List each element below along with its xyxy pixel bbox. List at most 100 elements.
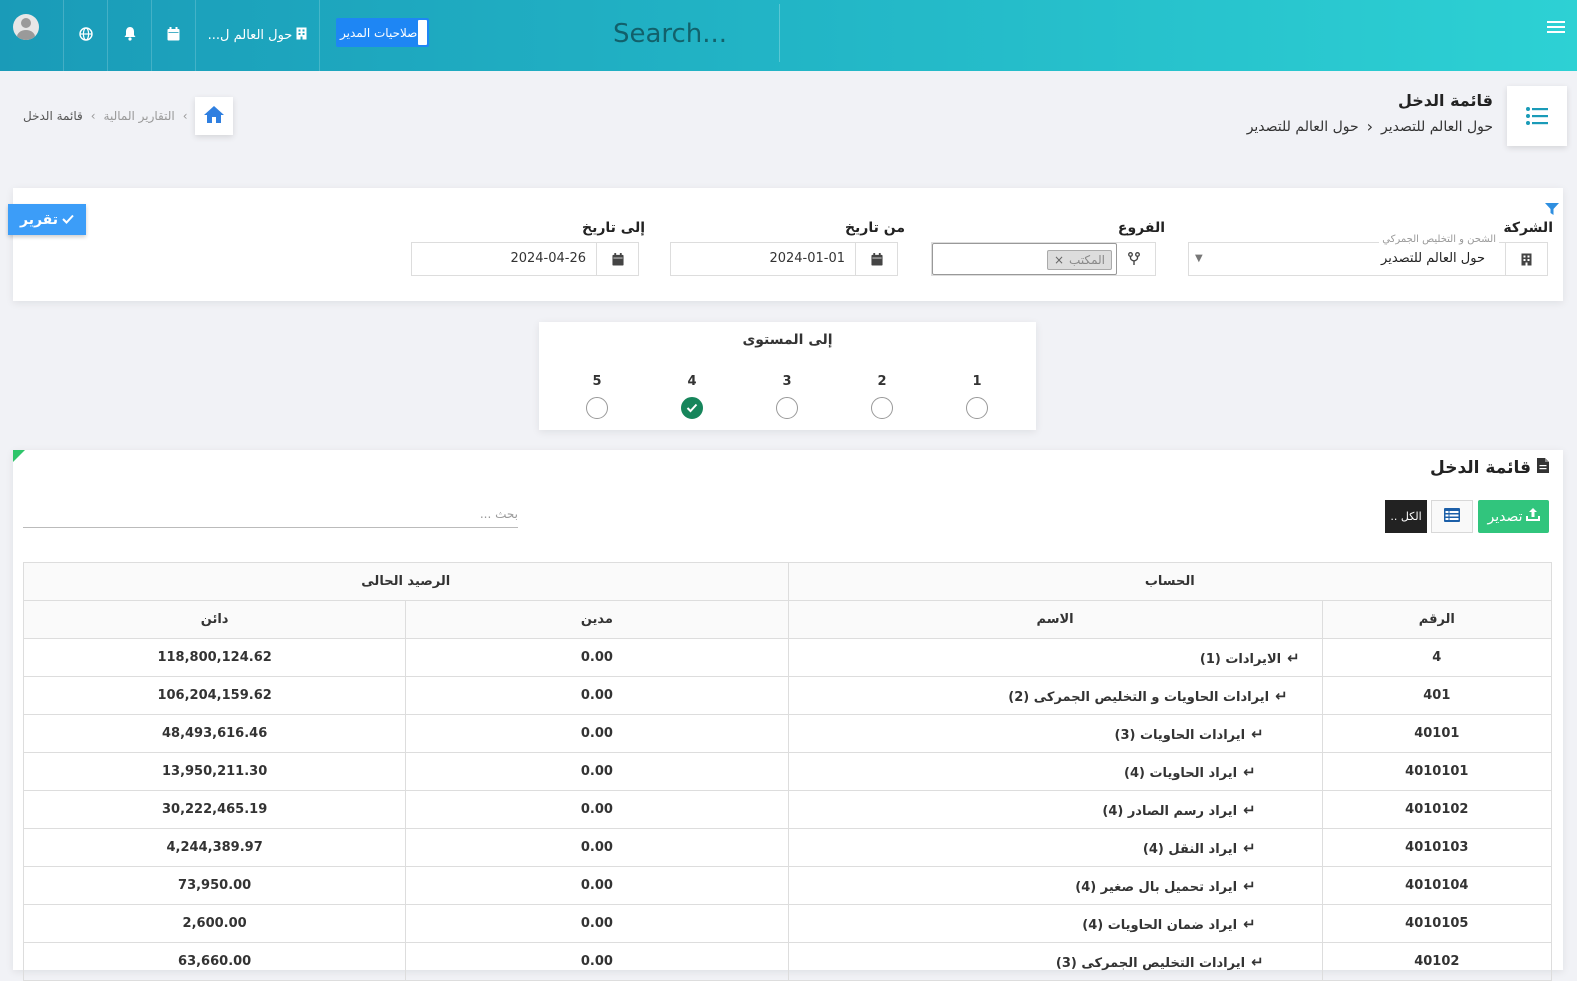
subtitle-branch: حول العالم للتصدير bbox=[1246, 118, 1359, 135]
level-option-label: 5 bbox=[592, 374, 602, 389]
level-option-1[interactable]: 1 bbox=[964, 374, 990, 419]
company-select[interactable]: ▼ الشحن و التخليص الجمركي حول العالم للت… bbox=[1188, 234, 1548, 276]
level-radio[interactable] bbox=[776, 397, 798, 419]
calendar-icon[interactable] bbox=[855, 243, 897, 275]
filter-icon[interactable] bbox=[1545, 200, 1559, 219]
level-option-label: 1 bbox=[972, 374, 982, 389]
column-visibility-button[interactable] bbox=[1431, 500, 1473, 533]
level-option-2[interactable]: 2 bbox=[869, 374, 895, 419]
report-button[interactable]: تقرير bbox=[8, 204, 86, 235]
level-title: إلى المستوى bbox=[742, 332, 833, 348]
admin-permissions-toggle[interactable]: صلاحيات المدير bbox=[336, 18, 429, 47]
table-row[interactable]: 40102 ↵ايرادات التخليص الجمركى (3) 0.00 … bbox=[22, 942, 1553, 981]
col-name-header[interactable]: الاسم bbox=[787, 600, 1323, 639]
table-row[interactable]: 4010105 ↵ ايراد ضمان الحاويات (4) 0.00 2,… bbox=[22, 904, 1553, 943]
from-date-field[interactable]: 2024-01-01 bbox=[670, 242, 898, 276]
level-option-label: 4 bbox=[687, 374, 697, 389]
from-date-value: 2024-01-01 bbox=[769, 251, 845, 266]
col-number-header[interactable]: الرقم bbox=[1321, 600, 1553, 639]
table-row[interactable]: 4010104 ↵ ايراد تحميل بال صغير (4) 0.00 7… bbox=[22, 866, 1553, 905]
calendar-icon[interactable] bbox=[596, 243, 638, 275]
globe-icon bbox=[78, 26, 93, 45]
return-arrow-icon: ↵ bbox=[1251, 724, 1264, 743]
upload-icon bbox=[1525, 508, 1540, 525]
cell-name-text: الايرادات (1) bbox=[1199, 651, 1282, 667]
col-credit-header[interactable]: دائن bbox=[22, 600, 407, 639]
table-row[interactable]: 4010101 ↵ ايراد الحاويات (4) 0.00 13,950,… bbox=[22, 752, 1553, 791]
table-search-input[interactable] bbox=[23, 501, 518, 528]
table-row[interactable]: 401 ↵ ايرادات الحاويات و التخليص الجمركى … bbox=[22, 676, 1553, 715]
group-account-header: الحساب bbox=[787, 562, 1553, 601]
to-date-field[interactable]: 2024-04-26 bbox=[411, 242, 639, 276]
branch-tag[interactable]: المكتب × bbox=[1046, 250, 1112, 270]
cell-number: 4 bbox=[1321, 638, 1553, 677]
col-debit-header[interactable]: مدين bbox=[405, 600, 789, 639]
chevron-left-icon: ‹ bbox=[182, 109, 188, 123]
branches-tag-area[interactable]: المكتب × bbox=[932, 243, 1117, 275]
remove-tag-icon[interactable]: × bbox=[1054, 253, 1064, 267]
cell-number: 4010104 bbox=[1321, 866, 1553, 905]
cell-name: ↵ ايرادات الحاويات (3) bbox=[787, 714, 1323, 753]
notifications-button[interactable] bbox=[108, 0, 152, 71]
level-selector: إلى المستوى 1 2 3 4 5 bbox=[539, 322, 1036, 430]
return-arrow-icon: ↵ bbox=[1251, 952, 1264, 971]
user-menu[interactable] bbox=[0, 0, 64, 71]
table-column-header: الرقم الاسم مدين دائن bbox=[22, 600, 1553, 639]
level-option-3[interactable]: 3 bbox=[774, 374, 800, 419]
cell-debit: 0.00 bbox=[405, 942, 789, 981]
admin-permissions-label: صلاحيات المدير bbox=[340, 25, 418, 40]
table-row[interactable]: 40101 ↵ ايرادات الحاويات (3) 0.00 48,493,… bbox=[22, 714, 1553, 753]
level-radio[interactable] bbox=[966, 397, 988, 419]
return-arrow-icon: ↵ bbox=[1243, 800, 1256, 819]
building-icon bbox=[1505, 243, 1547, 275]
cell-number: 4010105 bbox=[1321, 904, 1553, 943]
building-icon bbox=[296, 27, 307, 44]
page-header: قائمة الدخل حول العالم للتصدير ‹ حول الع… bbox=[0, 71, 1577, 171]
calendar-button[interactable] bbox=[152, 0, 196, 71]
company-name-short: حول العالم ل... bbox=[207, 28, 293, 43]
table-row[interactable]: 4 ↵ الايرادات (1) 0.00 118,800,124.62 bbox=[22, 638, 1553, 677]
to-date-label: إلى تاريخ bbox=[581, 220, 645, 236]
return-arrow-icon: ↵ bbox=[1243, 876, 1256, 895]
company-switcher[interactable]: حول العالم ل... bbox=[196, 0, 320, 71]
table-row[interactable]: 4010102 ↵ ايراد رسم الصادر (4) 0.00 30,22… bbox=[22, 790, 1553, 829]
branches-label: الفروع bbox=[1117, 220, 1165, 236]
level-option-label: 3 bbox=[782, 374, 792, 389]
branch-tag-label: المكتب bbox=[1069, 253, 1105, 267]
from-date-label: من تاريخ bbox=[844, 220, 905, 236]
breadcrumb-financial-reports[interactable]: التقارير المالية bbox=[104, 109, 175, 123]
search-input[interactable] bbox=[560, 16, 780, 52]
company-label: الشركة bbox=[1503, 220, 1553, 236]
check-icon bbox=[62, 212, 74, 228]
cell-credit: 13,950,211.30 bbox=[22, 752, 407, 791]
cell-number: 40102 bbox=[1321, 942, 1553, 981]
chevron-left-icon: ‹ bbox=[90, 109, 96, 123]
avatar[interactable] bbox=[13, 14, 39, 40]
branches-select[interactable]: المكتب × bbox=[931, 242, 1156, 276]
level-radio-checked[interactable] bbox=[681, 397, 703, 419]
export-button[interactable]: تصدير bbox=[1478, 500, 1549, 533]
cell-name-text: ايراد رسم الصادر (4) bbox=[1102, 803, 1238, 819]
table-group-header: الحساب الرصيد الحالى bbox=[23, 562, 1553, 601]
filter-panel: تقرير الشركة ▼ الشحن و التخليص الجمركي ح… bbox=[8, 188, 1563, 301]
cell-name-text: ايرادات التخليص الجمركى (3) bbox=[1055, 955, 1246, 971]
level-option-5[interactable]: 5 bbox=[584, 374, 610, 419]
table-row[interactable]: 4010103 ↵ ايراد النقل (4) 0.00 4,244,389.… bbox=[22, 828, 1553, 867]
cell-name-text: ايرادات الحاويات و التخليص الجمركى (2) bbox=[1008, 689, 1270, 705]
menu-icon[interactable] bbox=[1547, 18, 1565, 36]
global-search bbox=[560, 4, 780, 62]
return-arrow-icon: ↵ bbox=[1243, 762, 1256, 781]
chevron-left-icon: ‹ bbox=[1366, 117, 1374, 136]
level-radio[interactable] bbox=[871, 397, 893, 419]
cell-name: ↵ ايرادات التخليص الجمركى (3) bbox=[787, 942, 1323, 981]
home-button[interactable] bbox=[195, 97, 233, 135]
level-option-4[interactable]: 4 bbox=[679, 374, 705, 419]
cell-debit: 0.00 bbox=[405, 790, 789, 829]
company-value: حول العالم للتصدير bbox=[1381, 251, 1485, 266]
language-button[interactable] bbox=[64, 0, 108, 71]
cell-name-text: ايراد تحميل بال صغير (4) bbox=[1075, 879, 1238, 895]
file-icon bbox=[1537, 458, 1549, 478]
level-radio[interactable] bbox=[586, 397, 608, 419]
cell-debit: 0.00 bbox=[405, 714, 789, 753]
page-size-all-button[interactable]: الكل .. bbox=[1385, 500, 1427, 533]
